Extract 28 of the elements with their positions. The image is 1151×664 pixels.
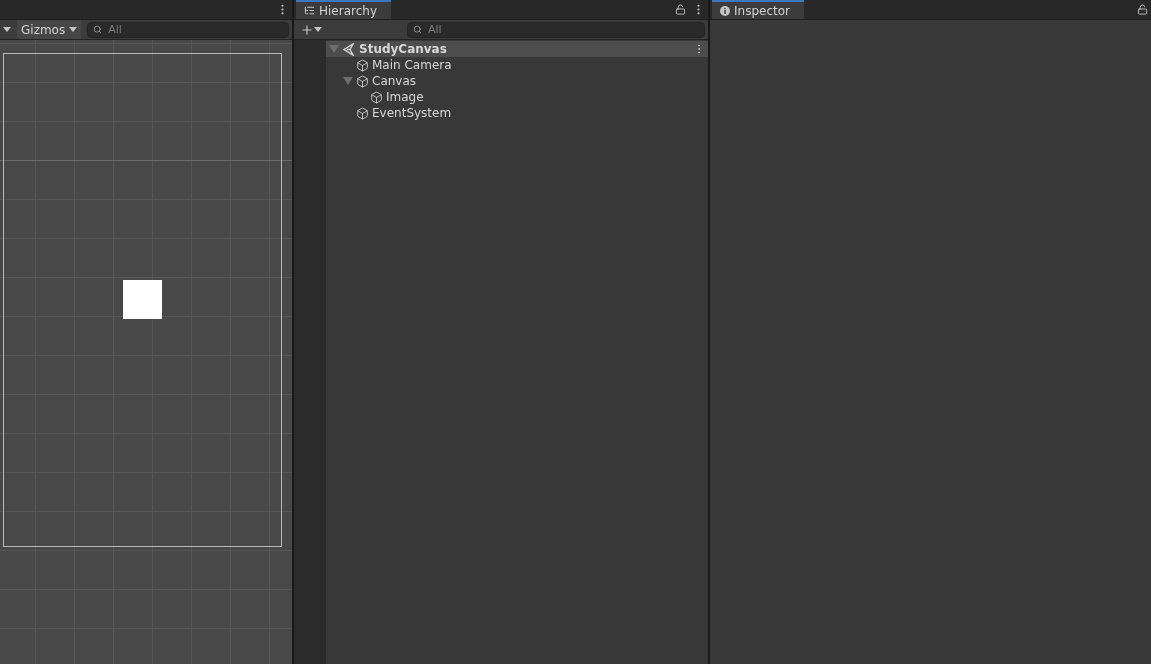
hierarchy-tab[interactable]: Hierarchy (296, 0, 391, 19)
cube-icon (356, 58, 369, 72)
item-label: Main Camera (372, 58, 452, 72)
plus-icon (300, 22, 314, 37)
item-label: Canvas (372, 74, 417, 88)
scene-label: StudyCanvas (359, 42, 447, 56)
image-element (123, 280, 162, 319)
search-icon (93, 24, 103, 34)
hierarchy-item[interactable]: Image (326, 89, 708, 105)
gizmos-button[interactable]: Gizmos (17, 20, 82, 39)
hierarchy-item[interactable]: EventSystem (326, 105, 708, 121)
cube-icon (356, 106, 369, 120)
list-icon (304, 5, 315, 16)
item-label: EventSystem (372, 106, 452, 120)
expand-arrow-icon[interactable] (342, 77, 353, 85)
search-icon (413, 24, 422, 34)
caret-icon[interactable] (3, 27, 11, 32)
search-field[interactable]: All (87, 21, 289, 38)
scene-logo-icon (342, 42, 356, 56)
search-field[interactable]: All (407, 21, 705, 38)
item-label: Image (386, 90, 424, 104)
info-icon (720, 5, 730, 16)
cube-icon (356, 74, 369, 88)
cube-icon (370, 90, 383, 104)
scene-row[interactable]: StudyCanvas (326, 41, 708, 57)
inspector-tab[interactable]: Inspector (712, 0, 804, 19)
hierarchy-item[interactable]: Main Camera (326, 57, 708, 73)
hierarchy-item[interactable]: Canvas (326, 73, 708, 89)
